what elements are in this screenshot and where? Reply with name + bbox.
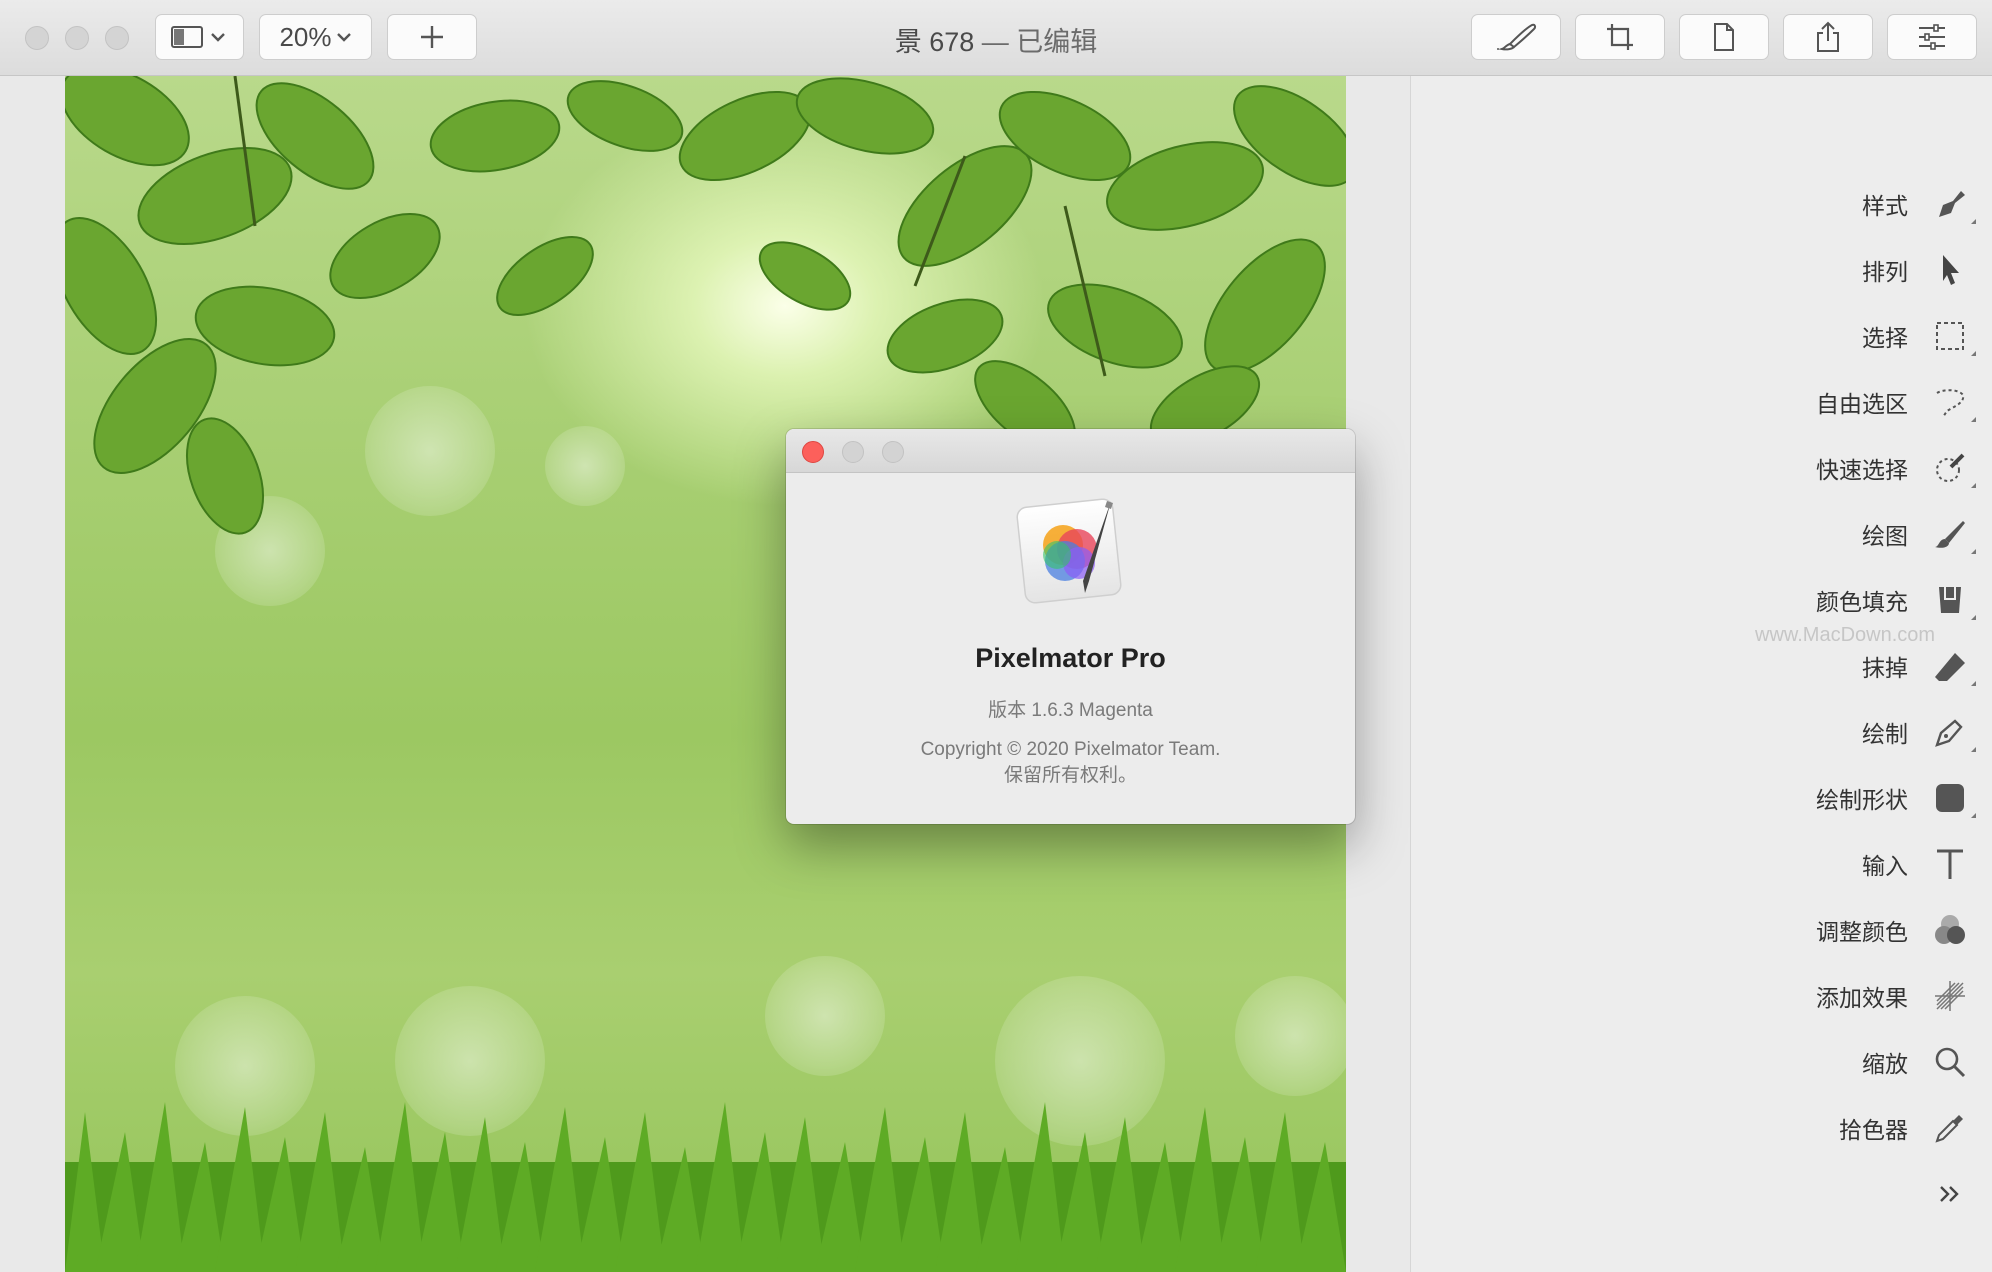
tool-style[interactable]: 样式 (1862, 178, 1976, 230)
lasso-icon (1930, 382, 1976, 422)
tool-zoom[interactable]: 缩放 (1862, 1036, 1970, 1088)
zoom-icon (1930, 1042, 1970, 1082)
tool-lasso[interactable]: 自由选区 (1816, 376, 1976, 428)
title-separator: — (974, 27, 1017, 57)
tool-pen[interactable]: 绘制 (1862, 706, 1976, 758)
paintbrush-icon (1497, 23, 1537, 51)
quick-selection-icon (1930, 448, 1976, 488)
tool-label: 选择 (1862, 325, 1908, 351)
more-tools-button[interactable] (1930, 1168, 1970, 1220)
tool-quick-selection[interactable]: 快速选择 (1816, 442, 1976, 494)
about-dialog: Pixelmator Pro 版本 1.6.3 Magenta Copyrigh… (786, 429, 1355, 824)
arrange-icon (1930, 250, 1970, 290)
document-status: 已编辑 (1016, 27, 1098, 57)
rights-line: 保留所有权利。 (1003, 765, 1137, 786)
selection-icon (1930, 316, 1976, 356)
tools-button[interactable] (1471, 14, 1561, 60)
tool-label: 快速选择 (1816, 457, 1908, 483)
adjust-color-icon (1930, 910, 1970, 950)
crop-button[interactable] (1575, 14, 1665, 60)
shape-icon (1930, 778, 1976, 818)
type-icon (1930, 844, 1970, 884)
pixelmator-pro-app-icon (1016, 498, 1122, 604)
bokeh-light (765, 956, 885, 1076)
copyright-line: Copyright © 2020 Pixelmator Team. (920, 739, 1221, 760)
tool-label: 拾色器 (1839, 1117, 1908, 1143)
tool-label: 调整颜色 (1816, 919, 1908, 945)
tool-arrange[interactable]: 排列 (1862, 244, 1970, 296)
document-icon (1714, 23, 1734, 51)
tool-label: 添加效果 (1816, 985, 1908, 1011)
copyright-text: Copyright © 2020 Pixelmator Team. 保留所有权利… (786, 737, 1355, 789)
dialog-minimize-button[interactable] (842, 441, 864, 463)
tool-color-fill[interactable]: 颜色填充 (1816, 574, 1976, 626)
tool-adjust-color[interactable]: 调整颜色 (1816, 904, 1970, 956)
tool-label: 输入 (1862, 853, 1908, 879)
sliders-icon (1919, 24, 1945, 50)
effects-icon (1930, 976, 1970, 1016)
tool-label: 自由选区 (1816, 391, 1908, 417)
tool-eyedropper[interactable]: 拾色器 (1839, 1102, 1970, 1154)
app-version: 版本 1.6.3 Magenta (988, 700, 1153, 721)
bokeh-light (1235, 976, 1346, 1096)
tool-label: 绘图 (1862, 523, 1908, 549)
document-button[interactable] (1679, 14, 1769, 60)
tool-label: 绘制形状 (1816, 787, 1908, 813)
eraser-icon (1930, 646, 1976, 686)
tool-shape[interactable]: 绘制形状 (1816, 772, 1976, 824)
tool-eraser[interactable]: 抹掉 (1862, 640, 1976, 692)
document-name: 景 678 (894, 27, 975, 57)
tools-sidebar: www.MacDown.com 样式 排列 选择 自由选区 快速选择 绘图 颜色… (1410, 76, 1992, 1272)
adjustments-button[interactable] (1887, 14, 1977, 60)
double-chevron-right-icon (1930, 1174, 1970, 1214)
grass-foreground (65, 1102, 1346, 1272)
color-fill-icon (1930, 580, 1976, 620)
dialog-titlebar (786, 429, 1355, 473)
tool-effects[interactable]: 添加效果 (1816, 970, 1970, 1022)
tool-label: 排列 (1862, 259, 1908, 285)
app-name: Pixelmator Pro (975, 643, 1166, 673)
tool-paint[interactable]: 绘图 (1862, 508, 1976, 560)
app-window: 20% 景 678 — 已编辑 www.MacDown.com 样式 排列 选择… (0, 0, 1992, 1272)
share-icon (1817, 21, 1839, 52)
eyedropper-icon (1930, 1108, 1970, 1148)
pen-icon (1930, 712, 1976, 752)
tool-label: 抹掉 (1862, 655, 1908, 681)
tool-label: 绘制 (1862, 721, 1908, 747)
dialog-zoom-button[interactable] (882, 441, 904, 463)
tool-label: 样式 (1862, 193, 1908, 219)
tool-label: 缩放 (1862, 1051, 1908, 1077)
paint-brush-icon (1930, 514, 1976, 554)
tool-type[interactable]: 输入 (1862, 838, 1970, 890)
toolbar: 20% 景 678 — 已编辑 (0, 0, 1992, 76)
crop-icon (1607, 24, 1633, 50)
style-icon (1930, 184, 1976, 224)
tool-selection[interactable]: 选择 (1862, 310, 1976, 362)
share-button[interactable] (1783, 14, 1873, 60)
tool-label: 颜色填充 (1816, 589, 1908, 615)
dialog-close-button[interactable] (802, 441, 824, 463)
